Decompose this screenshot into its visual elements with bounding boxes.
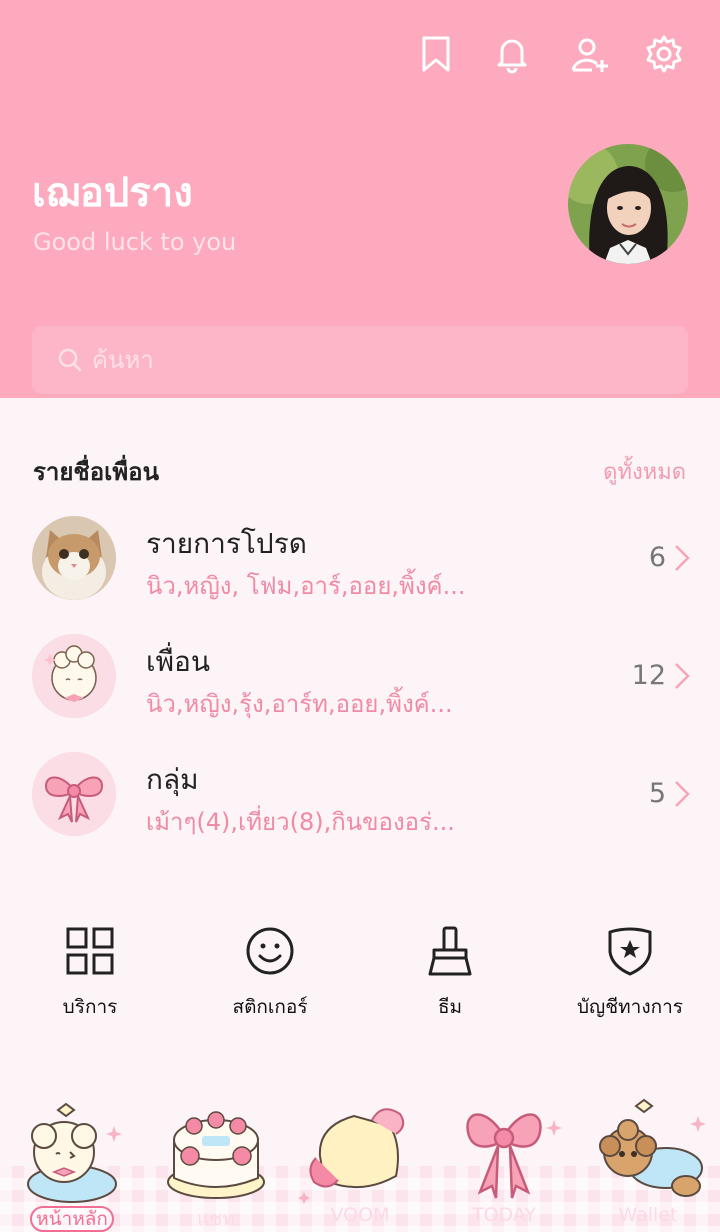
profile-avatar[interactable] [568, 144, 688, 264]
search-bar[interactable] [32, 326, 688, 394]
smile-icon [246, 927, 294, 975]
profile-header: เฌอปราง Good luck to you [0, 0, 720, 398]
tab-today[interactable]: TODAY [432, 1096, 576, 1232]
favorites-thumbnail [32, 516, 116, 600]
menu-services-button[interactable]: บริการ [0, 924, 180, 1034]
menu-label: บัญชีทางการ [577, 996, 683, 1018]
list-item-members: นิว,หญิง,รุ้ง,อาร์ท,ออย,พิ้งค์... [146, 690, 453, 718]
puppy-home-icon [27, 1102, 122, 1203]
list-item-count: 6 [648, 542, 666, 573]
grid-icon [66, 927, 114, 975]
brush-icon [428, 926, 472, 976]
chevron-right-icon [674, 662, 690, 690]
list-item-members: เม้าๆ(4),เที่ยว(8),กินของอร่... [146, 808, 455, 836]
see-all-link[interactable]: ดูทั้งหมด [603, 454, 686, 489]
chevron-right-icon [674, 780, 690, 808]
tab-label: แชท [197, 1208, 235, 1230]
tab-wallet[interactable]: Wallet [576, 1096, 720, 1232]
bottom-tab-bar: หน้าหลัก แชท VOOM TODAY Wallet [0, 1096, 720, 1232]
friend-list-title: รายชื่อเพื่อน [33, 458, 159, 486]
list-item-count: 12 [631, 660, 666, 691]
menu-stickers-button[interactable]: สติกเกอร์ [180, 924, 360, 1034]
search-input[interactable] [92, 340, 652, 380]
list-item-count: 5 [648, 778, 666, 809]
menu-label: สติกเกอร์ [232, 996, 308, 1018]
bag-voom-icon [298, 1108, 405, 1204]
gear-icon[interactable] [644, 34, 684, 74]
list-item-title: รายการโปรด [146, 527, 307, 560]
menu-label: บริการ [62, 996, 118, 1018]
poodle-wallet-icon [599, 1098, 706, 1197]
bell-icon[interactable] [492, 34, 532, 74]
tab-home[interactable]: หน้าหลัก [0, 1096, 144, 1232]
tab-voom[interactable]: VOOM [288, 1096, 432, 1232]
list-item-title: เพื่อน [146, 645, 210, 678]
profile-status-message[interactable]: Good luck to you [33, 228, 236, 256]
list-item-friends[interactable]: เพื่อน นิว,หญิง,รุ้ง,อาร์ท,ออย,พิ้งค์...… [0, 634, 720, 734]
tab-label: VOOM [330, 1204, 390, 1226]
list-item-members: นิว,หญิง, โฟม,อาร์,ออย,พิ้งค์... [146, 572, 466, 600]
friends-thumbnail [32, 634, 116, 718]
search-icon [56, 346, 84, 374]
groups-thumbnail [32, 752, 116, 836]
profile-name[interactable]: เฌอปราง [32, 160, 193, 224]
chevron-right-icon [674, 544, 690, 572]
menu-label: ธีม [437, 996, 463, 1018]
list-item-title: กลุ่ม [146, 763, 199, 796]
bookmark-icon[interactable] [416, 34, 456, 74]
menu-official-accounts-button[interactable]: บัญชีทางการ [540, 924, 720, 1034]
ribbon-today-icon [466, 1113, 562, 1199]
tab-label: หน้าหลัก [30, 1206, 114, 1232]
tab-chat[interactable]: แชท [144, 1096, 288, 1232]
list-item-favorites[interactable]: รายการโปรด นิว,หญิง, โฟม,อาร์,ออย,พิ้งค์… [0, 516, 720, 616]
tab-label: TODAY [472, 1204, 536, 1226]
tab-label: Wallet [618, 1204, 678, 1226]
menu-themes-button[interactable]: ธีม [360, 924, 540, 1034]
shield-star-icon [608, 927, 652, 976]
add-friend-icon[interactable] [570, 34, 610, 74]
cake-chat-icon [167, 1111, 265, 1199]
list-item-groups[interactable]: กลุ่ม เม้าๆ(4),เที่ยว(8),กินของอร่... 5 [0, 752, 720, 852]
